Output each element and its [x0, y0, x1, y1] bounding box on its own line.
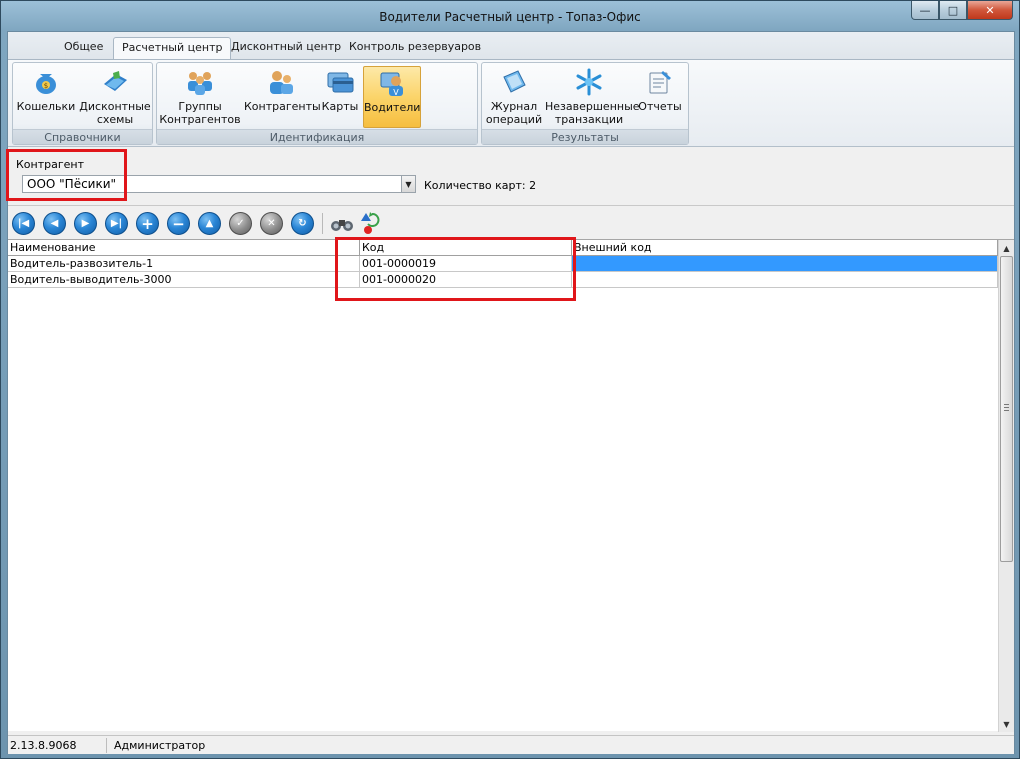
scroll-down-icon[interactable]: ▼	[999, 716, 1014, 732]
cell-code[interactable]: 001-0000020	[360, 272, 572, 288]
title-bar[interactable]: Водители Расчетный центр - Топаз-Офис — …	[1, 1, 1019, 31]
contractors-label: Контрагенты	[244, 100, 321, 113]
window-title: Водители Расчетный центр - Топаз-Офис	[379, 10, 641, 24]
group-results: Журнал операций Незавершенные транзакции	[481, 62, 689, 145]
chevron-down-icon[interactable]: ▼	[401, 176, 415, 192]
prior-record-icon[interactable]: ◀	[43, 212, 66, 235]
group-reference: $ Кошельки Дисконтные схемы Справочники	[12, 62, 153, 145]
app-window: Водители Расчетный центр - Топаз-Офис — …	[0, 0, 1020, 759]
group-reference-label: Справочники	[13, 129, 152, 144]
group-identification: Группы Контрагентов Контрагенты Карты V …	[156, 62, 478, 145]
contractors-button[interactable]: Контрагенты	[244, 66, 321, 128]
contractor-filter: Контрагент ООО "Пёсики" ▼ Количество кар…	[8, 148, 1014, 206]
add-record-icon[interactable]: +	[136, 212, 159, 235]
close-button[interactable]: ✕	[967, 1, 1013, 20]
journal-button[interactable]: Журнал операций	[485, 66, 543, 128]
reports-label: Отчеты	[638, 100, 682, 113]
drivers-icon: V	[380, 72, 403, 97]
navigator-toolbar: |◀ ◀ ▶ ▶| + − ▲ ✓ ✕ ↻	[8, 208, 1014, 238]
tab-settlement-center[interactable]: Расчетный центр	[113, 37, 232, 59]
cancel-record-icon[interactable]: ✕	[260, 212, 283, 235]
wallets-label: Кошельки	[16, 100, 76, 113]
cards-icon	[327, 72, 354, 93]
vertical-scrollbar[interactable]: ▲ ▼	[998, 240, 1014, 732]
cell-external-code[interactable]	[572, 256, 998, 272]
contractor-value: ООО "Пёсики"	[27, 177, 117, 191]
refresh-icon[interactable]: ↻	[291, 212, 314, 235]
wallet-icon: $	[36, 74, 56, 94]
tab-discount-center[interactable]: Дисконтный центр	[223, 37, 349, 59]
drivers-label: Водители	[364, 101, 421, 114]
first-record-icon[interactable]: |◀	[12, 212, 35, 235]
cell-name[interactable]: Водитель-развозитель-1	[8, 256, 360, 272]
scroll-thumb[interactable]	[1000, 256, 1013, 562]
last-record-icon[interactable]: ▶|	[105, 212, 128, 235]
sort-filter-icon[interactable]	[358, 210, 384, 236]
reports-button[interactable]: Отчеты	[636, 66, 684, 128]
contractor-groups-label: Группы Контрагентов	[159, 100, 241, 126]
contractor-label: Контрагент	[16, 158, 85, 171]
maximize-button[interactable]: □	[939, 1, 967, 20]
contractor-combobox[interactable]: ООО "Пёсики" ▼	[22, 175, 416, 193]
contractor-groups-button[interactable]: Группы Контрагентов	[159, 66, 241, 128]
cell-name[interactable]: Водитель-выводитель-3000	[8, 272, 360, 288]
group-identification-label: Идентификация	[157, 129, 477, 144]
tab-tank-control[interactable]: Контроль резервуаров	[341, 37, 489, 59]
cards-label: Карты	[321, 100, 359, 113]
discount-schemes-label: Дисконтные схемы	[79, 100, 151, 126]
scroll-up-icon[interactable]: ▲	[999, 240, 1014, 256]
drivers-button[interactable]: V Водители	[363, 66, 421, 128]
cards-button[interactable]: Карты	[321, 66, 359, 128]
table-row[interactable]: Водитель-развозитель-1 001-0000019	[8, 256, 998, 272]
pending-transactions-label: Незавершенные транзакции	[545, 100, 640, 126]
window-controls: — □ ✕	[911, 1, 1013, 20]
pending-transactions-icon	[576, 68, 602, 96]
toolbar-separator	[322, 213, 323, 234]
column-header-code[interactable]: Код	[360, 240, 572, 256]
grip-icon	[1004, 404, 1009, 411]
wallets-button[interactable]: $ Кошельки	[16, 66, 76, 128]
version-label: 2.13.8.9068	[10, 739, 77, 752]
contractors-icon	[270, 71, 293, 94]
user-label: Администратор	[114, 739, 206, 752]
ribbon: $ Кошельки Дисконтные схемы Справочники	[8, 59, 1014, 147]
column-header-name[interactable]: Наименование	[8, 240, 360, 256]
tab-general[interactable]: Общее	[56, 37, 111, 59]
status-bar: 2.13.8.9068 Администратор	[8, 735, 1014, 754]
status-separator	[106, 738, 107, 753]
journal-icon	[503, 70, 526, 93]
ribbon-tabs: Общее Расчетный центр Дисконтный центр К…	[8, 32, 1014, 59]
column-header-external-code[interactable]: Внешний код	[572, 240, 998, 256]
pending-transactions-button[interactable]: Незавершенные транзакции	[545, 66, 640, 128]
minimize-button[interactable]: —	[911, 1, 939, 20]
grid-header: Наименование Код Внешний код	[8, 240, 998, 256]
cell-code[interactable]: 001-0000019	[360, 256, 572, 272]
contractor-groups-icon	[188, 72, 212, 95]
drivers-grid[interactable]: Наименование Код Внешний код Водитель-ра…	[8, 239, 1014, 732]
svg-text:$: $	[44, 82, 48, 90]
svg-text:V: V	[393, 88, 399, 97]
cell-external-code[interactable]	[572, 272, 998, 288]
journal-label: Журнал операций	[485, 100, 543, 126]
group-results-label: Результаты	[482, 129, 688, 144]
discount-schemes-button[interactable]: Дисконтные схемы	[79, 66, 151, 128]
delete-record-icon[interactable]: −	[167, 212, 190, 235]
discount-schemes-icon	[104, 71, 127, 91]
table-row[interactable]: Водитель-выводитель-3000 001-0000020	[8, 272, 998, 288]
client-area: Общее Расчетный центр Дисконтный центр К…	[6, 31, 1015, 754]
post-record-icon[interactable]: ✓	[229, 212, 252, 235]
binoculars-icon[interactable]	[330, 216, 354, 232]
edit-record-icon[interactable]: ▲	[198, 212, 221, 235]
next-record-icon[interactable]: ▶	[74, 212, 97, 235]
card-count: Количество карт: 2	[424, 179, 537, 192]
reports-icon	[649, 71, 671, 94]
